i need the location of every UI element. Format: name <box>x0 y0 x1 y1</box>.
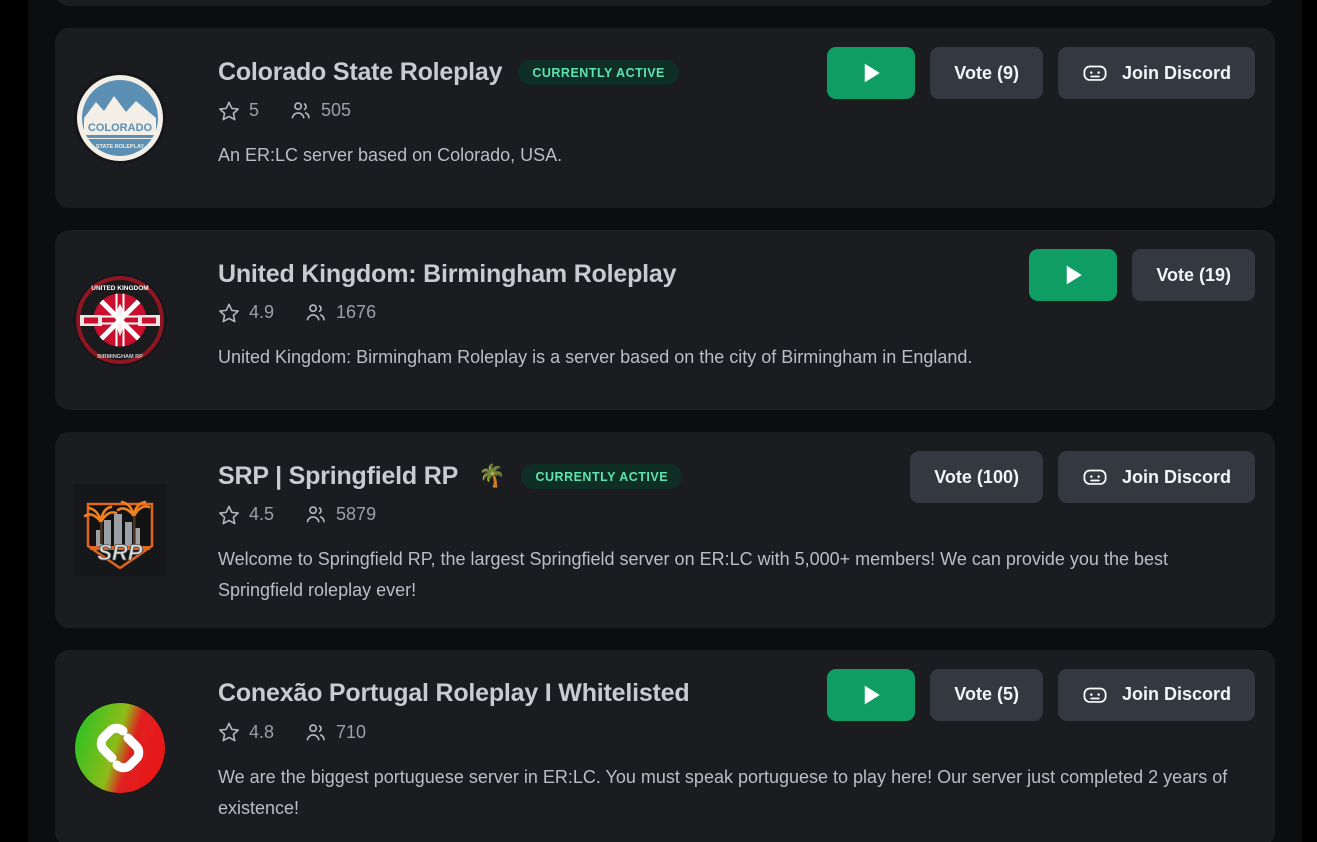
server-stats-row: 4.5 5879 <box>218 503 1253 526</box>
rating-value: 4.8 <box>249 721 275 742</box>
server-list-page: COLORADO STATE ROLEPLAY Colorado State R… <box>28 0 1302 842</box>
server-actions: Vote (19) <box>1029 249 1255 301</box>
star-icon <box>218 721 240 743</box>
members-stat: 710 <box>304 721 366 744</box>
vote-button[interactable]: Vote (5) <box>930 668 1043 721</box>
server-card[interactable]: UNITED KINGDOM BIRMINGHAM RP United King… <box>55 230 1275 410</box>
play-button[interactable] <box>827 668 916 721</box>
server-stats-row: 5 505 <box>218 99 1253 122</box>
conexao-portugal-roleplay-logo <box>74 701 166 794</box>
members-value: 710 <box>336 721 367 742</box>
play-button[interactable] <box>827 47 916 99</box>
rating-value: 4.5 <box>249 504 275 524</box>
members-icon <box>304 301 327 324</box>
members-stat: 505 <box>289 99 351 122</box>
discord-icon <box>1082 682 1108 708</box>
server-stats-row: 4.9 1676 <box>218 301 1253 324</box>
play-button[interactable] <box>1029 249 1118 301</box>
server-description: United Kingdom: Birmingham Roleplay is a… <box>218 347 973 367</box>
join-discord-label: Join Discord <box>1121 684 1231 705</box>
palm-tree-emoji: 🌴 <box>478 463 506 488</box>
play-icon <box>856 680 886 710</box>
server-description: We are the biggest portuguese server in … <box>218 766 1228 818</box>
members-value: 1676 <box>336 302 377 322</box>
members-icon <box>304 503 327 526</box>
members-icon <box>289 99 312 122</box>
server-description: An ER:LC server based on Colorado, USA. <box>218 145 563 165</box>
status-badge: CURRENTLY ACTIVE <box>518 59 679 85</box>
srp-springfield-rp-logo: SRP <box>74 483 166 576</box>
server-card[interactable]: Conexão Portugal Roleplay I Whitelisted … <box>55 649 1275 842</box>
star-icon <box>218 504 240 526</box>
join-discord-label: Join Discord <box>1121 62 1231 83</box>
rating-stat: 5 <box>218 100 259 122</box>
server-card[interactable]: SRP SRP | Springfield RP 🌴 CURRENTLY ACT… <box>55 432 1275 628</box>
rating-stat: 4.5 <box>218 504 274 526</box>
rating-stat: 4.8 <box>218 721 274 743</box>
star-icon <box>218 302 240 324</box>
play-icon <box>1058 260 1088 290</box>
server-name: SRP | Springfield RP <box>218 461 459 490</box>
svg-text:UNITED KINGDOM: UNITED KINGDOM <box>91 285 148 292</box>
rating-stat: 4.9 <box>218 302 274 324</box>
server-name: Conexão Portugal Roleplay I Whitelisted <box>218 679 690 708</box>
vote-button[interactable]: Vote (19) <box>1132 249 1255 301</box>
screenshot-viewport: COLORADO STATE ROLEPLAY Colorado State R… <box>0 0 1317 842</box>
discord-icon <box>1082 464 1108 490</box>
join-discord-button[interactable]: Join Discord <box>1057 668 1255 721</box>
vote-button[interactable]: Vote (100) <box>910 451 1043 503</box>
members-value: 505 <box>321 100 352 120</box>
united-kingdom-birmingham-roleplay-logo: UNITED KINGDOM BIRMINGHAM RP <box>74 274 166 366</box>
server-name: Colorado State Roleplay <box>218 57 503 86</box>
rating-value: 5 <box>249 100 260 120</box>
status-badge: CURRENTLY ACTIVE <box>521 463 683 489</box>
server-actions: Vote (5) Join Discord <box>827 668 1255 721</box>
server-stats-row: 4.8 710 <box>218 721 1253 744</box>
colorado-state-roleplay-logo: COLORADO STATE ROLEPLAY <box>74 72 166 164</box>
join-discord-button[interactable]: Join Discord <box>1057 47 1255 99</box>
star-icon <box>218 100 240 122</box>
server-list: COLORADO STATE ROLEPLAY Colorado State R… <box>28 0 1302 842</box>
join-discord-label: Join Discord <box>1121 466 1231 487</box>
svg-text:BIRMINGHAM RP: BIRMINGHAM RP <box>97 354 143 360</box>
vote-button[interactable]: Vote (9) <box>930 47 1043 99</box>
svg-text:SRP: SRP <box>97 540 143 565</box>
members-value: 5879 <box>336 504 377 524</box>
members-stat: 1676 <box>304 301 376 324</box>
server-name: United Kingdom: Birmingham Roleplay <box>218 259 677 288</box>
discord-icon <box>1082 60 1108 86</box>
members-icon <box>304 721 327 744</box>
server-card-partial[interactable] <box>55 0 1275 6</box>
server-card[interactable]: COLORADO STATE ROLEPLAY Colorado State R… <box>55 28 1275 208</box>
rating-value: 4.9 <box>249 302 275 322</box>
server-actions: Vote (9) Join Discord <box>827 47 1255 99</box>
play-icon <box>856 58 886 88</box>
svg-text:STATE ROLEPLAY: STATE ROLEPLAY <box>96 144 145 150</box>
svg-text:COLORADO: COLORADO <box>88 122 153 134</box>
join-discord-button[interactable]: Join Discord <box>1057 451 1255 503</box>
members-stat: 5879 <box>304 503 376 526</box>
server-description: Welcome to Springfield RP, the largest S… <box>218 549 1168 600</box>
server-actions: Vote (100) Join Discord <box>910 451 1255 503</box>
